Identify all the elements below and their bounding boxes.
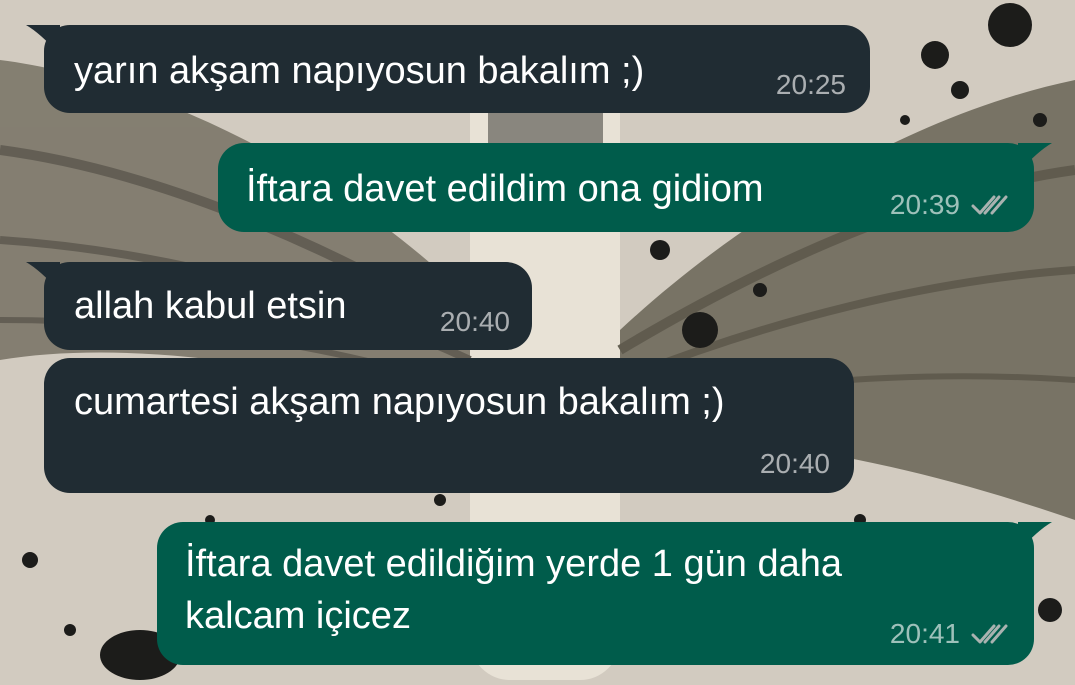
message-timestamp: 20:40 (760, 448, 830, 480)
message-bubble-outgoing[interactable]: İftara davet edildim ona gidiom 20:39 (218, 143, 1052, 232)
bubble-tail (26, 262, 60, 292)
timestamp-text: 20:40 (759, 448, 830, 479)
message-bubble-incoming[interactable]: allah kabul etsin 20:40 (26, 262, 532, 350)
message-timestamp: 20:25 (776, 69, 846, 101)
message-bubble-incoming[interactable]: yarın akşam napıyosun bakalım ;) 20:25 (26, 25, 870, 113)
message-timestamp: 20:40 (440, 306, 510, 338)
message-bubble-outgoing[interactable]: İftara davet edildiğim yerde 1 gün daha … (157, 522, 1052, 665)
message-text: yarın akşam napıyosun bakalım ;) (74, 50, 645, 92)
message-text: cumartesi akşam napıyosun bakalım ;) (74, 381, 725, 423)
timestamp-text: 20:39 (889, 189, 960, 220)
double-check-icon (971, 195, 1008, 215)
message-text-line-2: kalcam içicez (185, 595, 411, 637)
message-text: İftara davet edildim ona gidiom (246, 168, 764, 210)
double-check-icon (971, 624, 1008, 644)
timestamp-text: 20:25 (775, 69, 846, 100)
timestamp-text: 20:41 (889, 618, 960, 649)
message-text-line-1: İftara davet edildiğim yerde 1 gün daha (185, 543, 842, 585)
message-bubble-incoming[interactable]: cumartesi akşam napıyosun bakalım ;) 20:… (44, 358, 854, 493)
bubble-tail (26, 25, 60, 55)
timestamp-text: 20:40 (439, 306, 510, 337)
message-text: allah kabul etsin (74, 285, 347, 327)
bubble-tail (1018, 522, 1052, 552)
message-timestamp: 20:39 (890, 189, 1010, 221)
bubble-tail (1018, 143, 1052, 173)
message-timestamp: 20:41 (890, 618, 1010, 650)
